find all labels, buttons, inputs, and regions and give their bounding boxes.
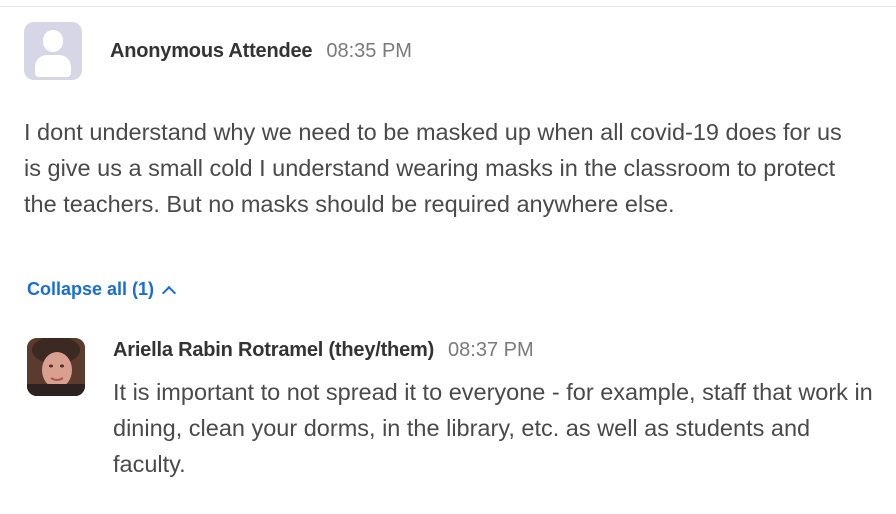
- question-text: I dont understand why we need to be mask…: [24, 119, 842, 217]
- avatar: [27, 338, 85, 396]
- avatar-photo-icon: [27, 338, 85, 396]
- avatar-head-shape: [43, 30, 63, 52]
- reply-author-name: Ariella Rabin Rotramel (they/them): [113, 338, 435, 361]
- top-divider: [0, 6, 896, 7]
- question-author-name: Anonymous Attendee: [110, 39, 313, 62]
- reply-item: Ariella Rabin Rotramel (they/them) 08:37…: [27, 336, 887, 482]
- collapse-all-button[interactable]: Collapse all (1): [27, 279, 177, 300]
- question-header: Anonymous Attendee 08:35 PM: [24, 22, 884, 80]
- reply-text: It is important to not spread it to ever…: [113, 379, 873, 477]
- question-timestamp: 08:35 PM: [326, 39, 412, 62]
- avatar-shoulders-shape: [35, 55, 71, 77]
- chevron-up-icon: [161, 285, 177, 300]
- reply-timestamp: 08:37 PM: [448, 338, 534, 361]
- collapse-all-label: Collapse all (1): [27, 279, 155, 299]
- person-placeholder-icon: [24, 22, 82, 80]
- reply-header: Ariella Rabin Rotramel (they/them) 08:37…: [113, 336, 887, 364]
- question-item: Anonymous Attendee 08:35 PM I dont under…: [24, 22, 884, 222]
